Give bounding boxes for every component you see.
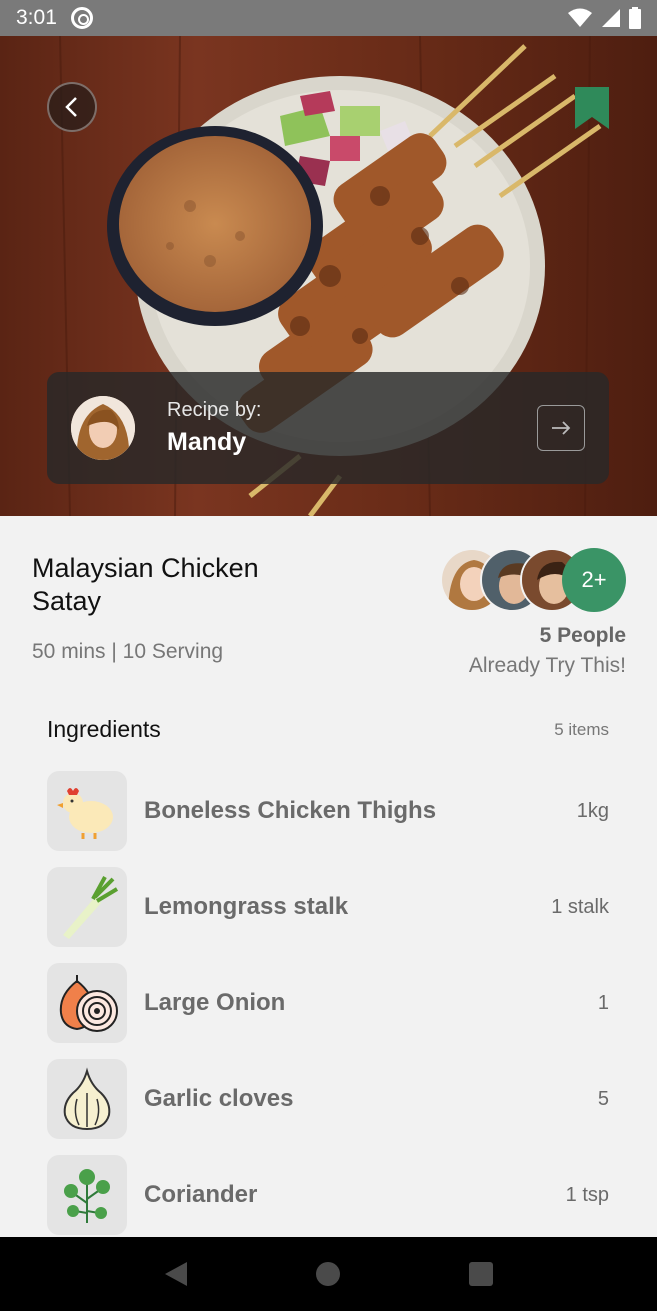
lemongrass-icon xyxy=(63,876,119,939)
ingredient-qty: 1 xyxy=(597,991,609,1014)
ingredients-title: Ingredients xyxy=(47,716,161,742)
bookmark-icon[interactable] xyxy=(575,87,609,129)
ingredient-qty: 1 stalk xyxy=(551,895,609,918)
ingredient-row[interactable]: Lemongrass stalk 1 stalk xyxy=(47,867,609,947)
tried-avatars[interactable]: 2+ xyxy=(440,548,630,614)
coriander-icon xyxy=(64,1169,110,1223)
ingredient-row[interactable]: Garlic cloves 5 xyxy=(47,1059,609,1139)
ingredient-name: Lemongrass stalk xyxy=(144,893,349,920)
status-bar: 3:01 xyxy=(0,0,657,36)
nav-back-icon[interactable] xyxy=(163,1260,189,1288)
ingredient-qty: 5 xyxy=(597,1087,609,1110)
author-avatar xyxy=(71,396,135,460)
tried-extra-count: 2+ xyxy=(562,548,626,612)
recipe-hero-image: Recipe by: Mandy xyxy=(0,36,657,516)
ingredient-name: Coriander xyxy=(144,1181,258,1208)
nav-recents-icon[interactable] xyxy=(468,1261,494,1287)
arrow-right-icon xyxy=(552,421,571,435)
ingredient-row[interactable]: Coriander 1 tsp xyxy=(47,1155,609,1235)
ingredient-row[interactable]: Boneless Chicken Thighs 1kg xyxy=(47,771,609,851)
system-nav-bar xyxy=(0,1237,657,1311)
signal-icon xyxy=(602,9,620,27)
author-card[interactable]: Recipe by: Mandy xyxy=(47,372,609,484)
garlic-icon xyxy=(63,1067,111,1131)
ingredient-row[interactable]: Large Onion 1 xyxy=(47,963,609,1043)
chicken-icon xyxy=(57,788,113,839)
tried-count: 5 People xyxy=(539,624,626,647)
author-name: Mandy xyxy=(167,428,247,456)
ingredients-header: Ingredients 5 items xyxy=(47,716,609,743)
ingredient-qty: 1kg xyxy=(576,799,609,822)
tried-caption: Already Try This! xyxy=(468,654,626,677)
ingredient-name: Garlic cloves xyxy=(144,1085,294,1112)
ingredient-name: Boneless Chicken Thighs xyxy=(144,797,437,824)
recipe-meta: 50 mins | 10 Serving xyxy=(32,640,224,663)
nav-home-icon[interactable] xyxy=(315,1261,341,1287)
onion-icon xyxy=(59,975,118,1032)
status-time: 3:01 xyxy=(16,6,57,29)
wifi-icon xyxy=(568,8,592,27)
ingredients-list: Boneless Chicken Thighs 1kg Lemongrass s… xyxy=(47,771,609,1251)
chevron-left-icon xyxy=(65,97,77,117)
ingredients-count: 5 items xyxy=(554,719,609,739)
ingredient-name: Large Onion xyxy=(144,989,286,1016)
sync-icon xyxy=(70,7,93,29)
battery-icon xyxy=(629,7,641,29)
ingredient-qty: 1 tsp xyxy=(565,1183,609,1206)
author-caption: Recipe by: xyxy=(167,399,262,421)
recipe-title: Malaysian Chicken Satay xyxy=(32,553,259,616)
back-button[interactable] xyxy=(47,82,97,132)
author-profile-button[interactable] xyxy=(537,405,585,451)
